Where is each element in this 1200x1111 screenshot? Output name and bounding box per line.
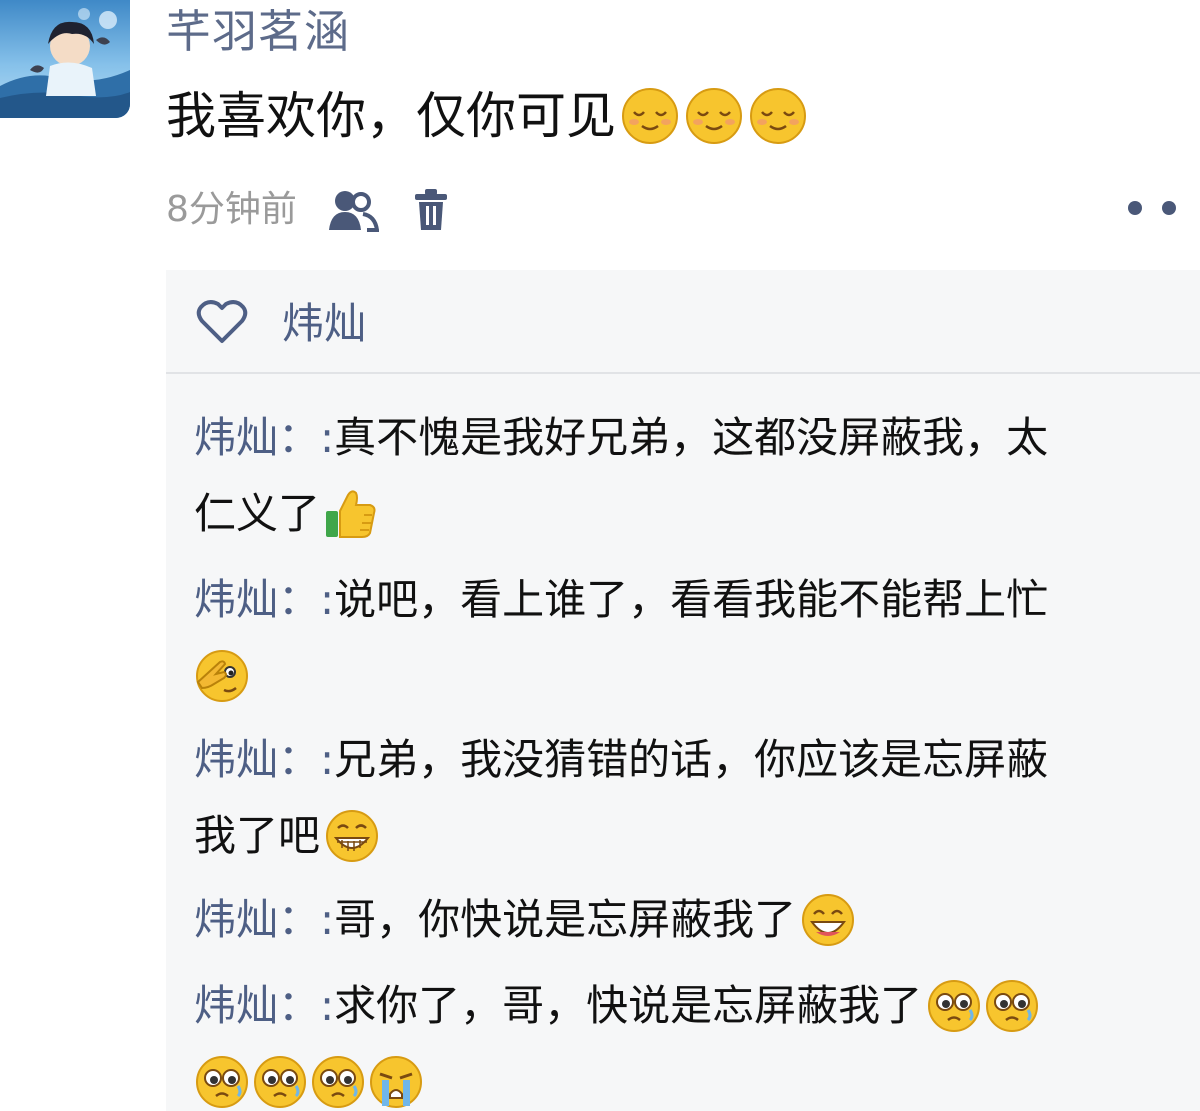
moment-post: 芊羽茗涵 我喜欢你，仅你可见 8分钟前 炜灿 炜灿 ：: 真不愧是我好兄弟，这都…	[0, 0, 1200, 1111]
comment-text: 哥，你快说是忘屏蔽我了	[334, 895, 797, 944]
post-meta-row: 8分钟前	[166, 184, 449, 236]
post-author-name[interactable]: 芊羽茗涵	[166, 4, 350, 60]
grin-teeth-emoji	[324, 808, 380, 864]
pleading-emoji	[252, 1054, 308, 1110]
pleading-emoji	[194, 1054, 250, 1110]
comment-text: 求你了，哥，快说是忘屏蔽我了	[334, 981, 923, 1030]
comment-line: 炜灿 ：: 说吧，看上谁了，看看我能不能帮上忙	[194, 562, 1200, 638]
comment-text: 真不愧是我好兄弟，这都没屏蔽我，太	[334, 413, 1049, 462]
comment-line: 炜灿 ：: 真不愧是我好兄弟，这都没屏蔽我，太	[194, 400, 1200, 476]
pleading-emoji	[984, 978, 1040, 1034]
avatar[interactable]	[0, 0, 130, 118]
comment-text: 说吧，看上谁了，看看我能不能帮上忙	[334, 575, 1049, 624]
comment-item[interactable]: 炜灿 ：: 兄弟，我没猜错的话，你应该是忘屏蔽 我了吧	[194, 722, 1200, 874]
post-time: 8分钟前	[166, 189, 297, 230]
comment-separator: ：:	[278, 981, 335, 1030]
comment-text: 兄弟，我没猜错的话，你应该是忘屏蔽	[334, 735, 1049, 784]
comment-text-cont: 我了吧	[194, 811, 321, 860]
divider	[166, 372, 1200, 374]
avatar-illustration	[0, 8, 130, 118]
pleading-emoji	[310, 1054, 366, 1110]
heart-outline-icon	[196, 299, 248, 349]
shy-smile-emoji	[748, 86, 808, 146]
crying-emoji	[368, 1054, 424, 1110]
comment-item[interactable]: 炜灿 ：: 哥，你快说是忘屏蔽我了	[194, 882, 1200, 958]
comment-line	[194, 638, 1200, 714]
comment-separator: ：:	[278, 895, 335, 944]
laugh-emoji	[800, 892, 856, 948]
comment-separator: ：:	[278, 575, 335, 624]
like-user-name[interactable]: 炜灿	[282, 292, 366, 356]
comment-author[interactable]: 炜灿	[194, 562, 278, 638]
post-content: 我喜欢你，仅你可见	[166, 84, 808, 148]
shy-smile-emoji	[620, 86, 680, 146]
comment-item[interactable]: 炜灿 ：: 求你了，哥，快说是忘屏蔽我了	[194, 968, 1200, 1111]
comment-item[interactable]: 炜灿 ：: 说吧，看上谁了，看看我能不能帮上忙	[194, 562, 1200, 714]
facepalm-emoji	[194, 648, 250, 704]
visibility-users-icon[interactable]	[327, 188, 379, 232]
comment-line: 炜灿 ：: 哥，你快说是忘屏蔽我了	[194, 882, 1200, 958]
comment-author[interactable]: 炜灿	[194, 400, 278, 476]
likes-row: 炜灿	[196, 292, 366, 356]
comment-item[interactable]: 炜灿 ：: 真不愧是我好兄弟，这都没屏蔽我，太 仁义了	[194, 400, 1200, 552]
more-options-button[interactable]	[1128, 196, 1176, 220]
comment-line: 我了吧	[194, 798, 1200, 874]
thumbs-up-emoji	[324, 487, 378, 541]
more-dot	[1128, 201, 1142, 215]
pleading-emoji	[926, 978, 982, 1034]
shy-smile-emoji	[684, 86, 744, 146]
comment-separator: ：:	[278, 413, 335, 462]
trash-icon[interactable]	[413, 188, 449, 232]
comment-separator: ：:	[278, 735, 335, 784]
comment-line: 炜灿 ：: 求你了，哥，快说是忘屏蔽我了	[194, 968, 1200, 1044]
comment-text-cont: 仁义了	[194, 489, 321, 538]
comment-line: 炜灿 ：: 兄弟，我没猜错的话，你应该是忘屏蔽	[194, 722, 1200, 798]
comment-line	[194, 1044, 1200, 1111]
comment-author[interactable]: 炜灿	[194, 968, 278, 1044]
post-text: 我喜欢你，仅你可见	[166, 87, 616, 145]
comment-line: 仁义了	[194, 476, 1200, 552]
comment-author[interactable]: 炜灿	[194, 882, 278, 958]
comment-author[interactable]: 炜灿	[194, 722, 278, 798]
more-dot	[1162, 201, 1176, 215]
